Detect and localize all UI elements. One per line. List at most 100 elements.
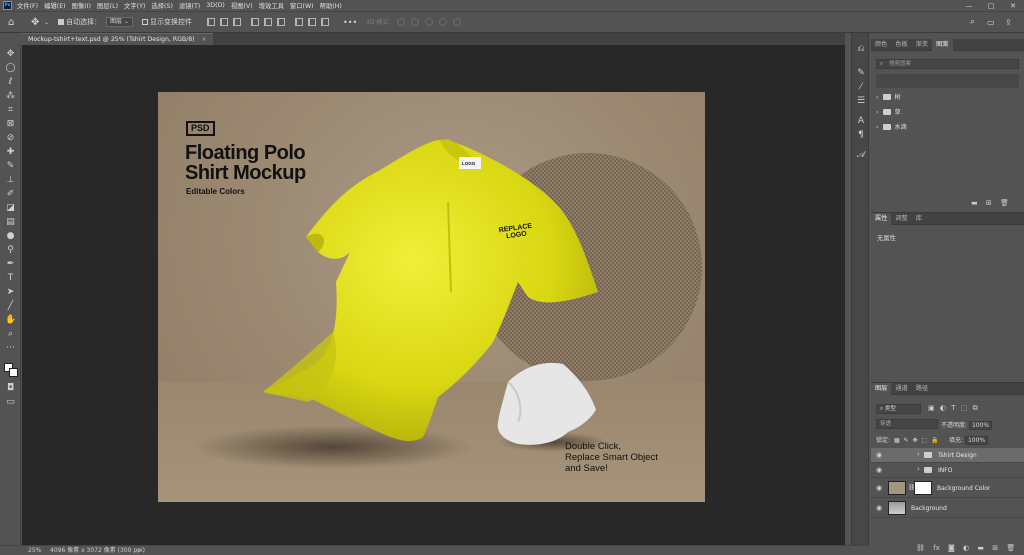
blur-tool-icon[interactable]: ●	[5, 231, 16, 242]
new-layer-icon[interactable]: ⊞	[992, 544, 998, 552]
new-pattern-icon[interactable]: ⊞	[986, 199, 992, 207]
lock-artboard-icon[interactable]: ⬚	[921, 437, 927, 444]
link-layers-icon[interactable]: ⛓	[916, 544, 925, 552]
tab-swatches[interactable]: 色板	[891, 39, 911, 51]
smart-object-filter-icon[interactable]: ⧉	[973, 404, 978, 412]
pen-tool-icon[interactable]: ✒	[5, 259, 16, 270]
3d-scale-icon[interactable]	[453, 18, 461, 26]
lasso-tool-icon[interactable]: ℓ	[5, 77, 16, 88]
zoom-tool-icon[interactable]: ⌕	[5, 329, 16, 340]
blend-mode-dropdown[interactable]: 穿透	[876, 419, 938, 429]
add-mask-icon[interactable]: ◙	[948, 544, 955, 552]
distribute-3-icon[interactable]	[321, 18, 329, 26]
lock-transparent-icon[interactable]: ▦	[894, 437, 900, 444]
pattern-group-grass[interactable]: › 草	[871, 105, 1024, 120]
crop-tool-icon[interactable]: ⌗	[5, 105, 16, 116]
more-options-button[interactable]: •••	[343, 12, 357, 33]
glyphs-icon[interactable]: 𝒜	[855, 149, 867, 161]
fill-input[interactable]: 100%	[964, 436, 989, 445]
marquee-tool-icon[interactable]: ◯	[5, 63, 16, 74]
align-hcenter-icon[interactable]	[220, 18, 228, 26]
align-top-icon[interactable]	[251, 18, 259, 26]
layer-style-icon[interactable]: fx	[933, 544, 940, 552]
visibility-eye-icon[interactable]: ◉	[876, 466, 882, 474]
move-tool-icon[interactable]: ✥	[31, 12, 39, 33]
maximize-button[interactable]: □	[980, 0, 1002, 12]
document-tab[interactable]: Mockup-tshirt+text.psd @ 25% (Tshirt Des…	[22, 33, 213, 45]
tab-properties[interactable]: 属性	[871, 212, 892, 225]
edit-toolbar-icon[interactable]: ⋯	[5, 343, 16, 354]
document-canvas[interactable]: PSD Floating Polo Shirt Mockup Editable …	[158, 92, 705, 502]
align-vcenter-icon[interactable]	[264, 18, 272, 26]
auto-select-dropdown[interactable]: 图层 ⌄	[106, 12, 133, 33]
menu-help[interactable]: 帮助(H)	[320, 1, 342, 10]
menu-select[interactable]: 选择(S)	[151, 1, 173, 10]
healing-brush-tool-icon[interactable]: ✚	[5, 147, 16, 158]
adjustment-filter-icon[interactable]: ◐	[940, 404, 946, 412]
history-icon[interactable]: ⎌	[855, 43, 867, 55]
delete-icon[interactable]: 🗑	[1000, 199, 1009, 207]
menu-filter[interactable]: 滤镜(T)	[179, 1, 200, 10]
close-window-button[interactable]: ✕	[1002, 0, 1024, 12]
tool-preset-chevron-icon[interactable]: ⌄	[44, 12, 49, 33]
3d-orbit-icon[interactable]	[397, 18, 405, 26]
brush-settings-icon[interactable]: ✎	[855, 67, 867, 79]
pattern-group-tree[interactable]: › 树	[871, 90, 1024, 105]
brush-tool-icon[interactable]: ✎	[5, 161, 16, 172]
zoom-level[interactable]: 25%	[28, 546, 41, 555]
menu-view[interactable]: 视图(V)	[231, 1, 253, 10]
menu-type[interactable]: 文字(Y)	[124, 1, 145, 10]
frame-tool-icon[interactable]: ⊠	[5, 119, 16, 130]
show-transform-checkbox[interactable]: 显示变换控件	[142, 12, 192, 33]
3d-slide-icon[interactable]	[439, 18, 447, 26]
menu-edit[interactable]: 编辑(E)	[44, 1, 66, 10]
lock-position-icon[interactable]: ✥	[913, 437, 918, 444]
gradient-tool-icon[interactable]: ▤	[5, 217, 16, 228]
layer-row-background-color[interactable]: ◉ ⛓ Background Color	[871, 478, 1024, 498]
adjust-icon[interactable]: ☰	[855, 95, 867, 107]
dodge-tool-icon[interactable]: ⚲	[5, 245, 16, 256]
home-icon[interactable]: ⌂	[8, 12, 14, 33]
layer-row-background[interactable]: ◉ Background	[871, 498, 1024, 518]
tab-patterns[interactable]: 图案	[932, 38, 953, 51]
eyedropper-tool-icon[interactable]: ⊘	[5, 133, 16, 144]
search-icon[interactable]: ⌕	[970, 12, 975, 33]
tab-channels[interactable]: 通道	[891, 383, 911, 395]
background-color-swatch[interactable]	[9, 368, 18, 377]
paragraph-icon[interactable]: ¶	[855, 129, 867, 141]
align-bottom-icon[interactable]	[277, 18, 285, 26]
lock-all-icon[interactable]: 🔒	[931, 437, 938, 444]
minimize-button[interactable]: —	[958, 0, 980, 12]
quick-mask-icon[interactable]: ◘	[5, 383, 16, 394]
new-group-icon[interactable]: ▬	[977, 544, 984, 552]
shape-filter-icon[interactable]: ⬚	[961, 404, 968, 412]
tab-adjustments[interactable]: 调整	[891, 213, 911, 225]
layer-row-info[interactable]: ◉ › INFO	[871, 463, 1024, 478]
menu-3d[interactable]: 3D(D)	[206, 2, 225, 9]
pixel-filter-icon[interactable]: ▣	[928, 404, 935, 412]
magic-wand-tool-icon[interactable]: ⁂	[5, 91, 16, 102]
lock-pixels-icon[interactable]: ✎	[904, 437, 909, 444]
close-tab-icon[interactable]: ×	[202, 36, 207, 43]
type-filter-icon[interactable]: T	[951, 404, 955, 412]
type-tool-icon[interactable]: T	[5, 273, 16, 284]
pattern-search-input[interactable]: ⌕ 搜索图案	[876, 59, 1019, 69]
align-left-icon[interactable]	[207, 18, 215, 26]
align-right-icon[interactable]	[233, 18, 241, 26]
distribute-1-icon[interactable]	[295, 18, 303, 26]
stamp-tool-icon[interactable]: ⊥	[5, 175, 16, 186]
workspace-icon[interactable]: ▭	[987, 12, 995, 33]
opacity-input[interactable]: 100%	[968, 421, 993, 430]
distribute-2-icon[interactable]	[308, 18, 316, 26]
path-selection-tool-icon[interactable]: ➤	[5, 287, 16, 298]
menu-file[interactable]: 文件(F)	[17, 1, 38, 10]
visibility-eye-icon[interactable]: ◉	[876, 484, 882, 492]
visibility-eye-icon[interactable]: ◉	[876, 504, 882, 512]
tab-color[interactable]: 颜色	[871, 39, 891, 51]
auto-select-checkbox[interactable]: 自动选择：	[58, 12, 101, 33]
tab-libraries[interactable]: 库	[912, 213, 926, 225]
tab-layers[interactable]: 图层	[871, 382, 892, 395]
tab-paths[interactable]: 路径	[912, 383, 932, 395]
layer-row-tshirt-design[interactable]: ◉ › Tshirt Design	[871, 448, 1024, 463]
delete-layer-icon[interactable]: 🗑	[1006, 544, 1015, 552]
